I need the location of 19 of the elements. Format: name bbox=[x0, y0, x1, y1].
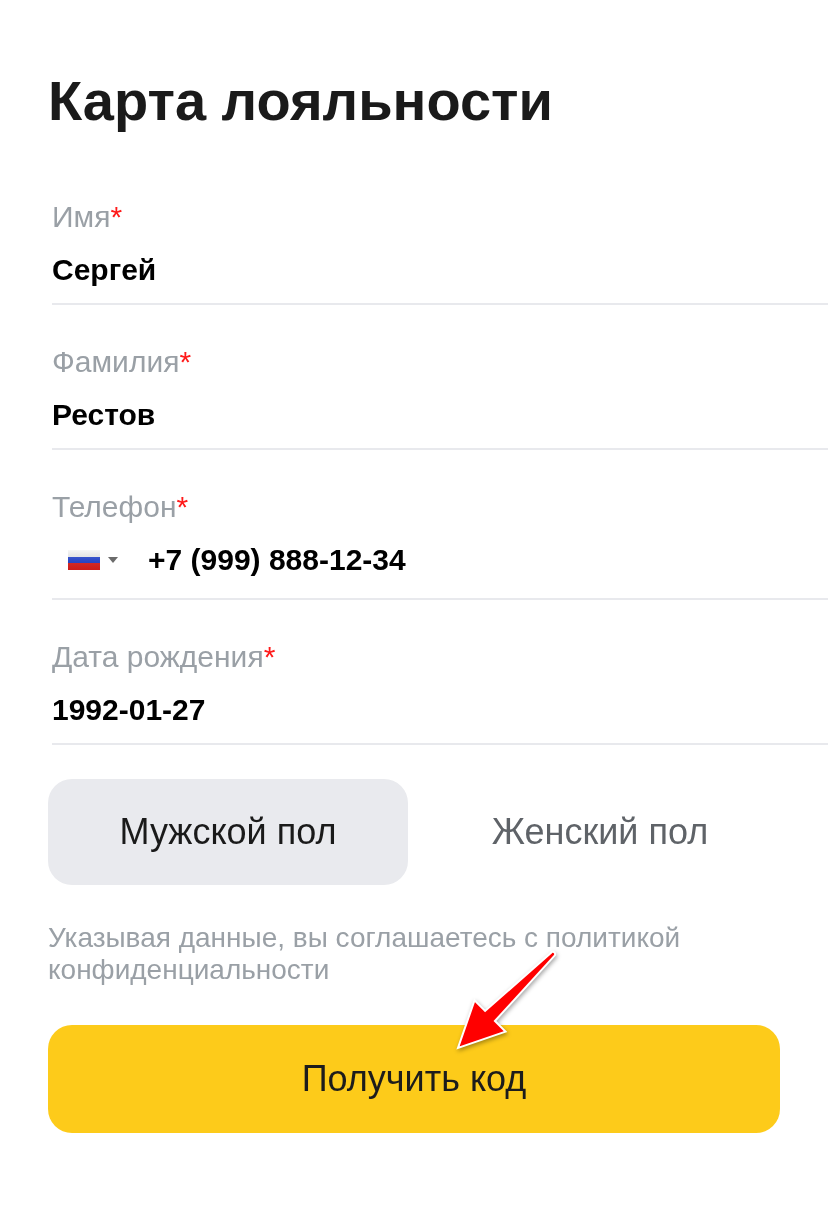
required-mark: * bbox=[179, 344, 192, 380]
field-label: Телефон bbox=[52, 489, 177, 525]
field-label: Фамилия bbox=[52, 344, 180, 380]
get-code-button[interactable]: Получить код bbox=[48, 1025, 780, 1133]
input-field[interactable]: Сергей bbox=[52, 252, 828, 305]
input-field[interactable]: Рестов bbox=[52, 397, 828, 450]
flag-icon[interactable] bbox=[68, 550, 100, 570]
caret-icon[interactable] bbox=[108, 557, 118, 563]
consent-text: Указывая данные, вы соглашаетесь с политикой конфиденциальности bbox=[48, 922, 682, 986]
required-mark: * bbox=[110, 199, 123, 235]
input-field[interactable]: 1992-01-27 bbox=[52, 692, 828, 745]
required-mark: * bbox=[176, 489, 189, 525]
gender-option[interactable]: Мужской пол bbox=[48, 779, 408, 885]
gender-option[interactable]: Женский пол bbox=[420, 779, 780, 885]
field-label: Дата рождения bbox=[52, 639, 264, 675]
phone-field[interactable]: +7 (999) 888-12-34 bbox=[52, 542, 828, 600]
page-title: Карта лояльности bbox=[48, 68, 553, 134]
required-mark: * bbox=[263, 639, 276, 675]
field-label: Имя bbox=[52, 199, 111, 235]
